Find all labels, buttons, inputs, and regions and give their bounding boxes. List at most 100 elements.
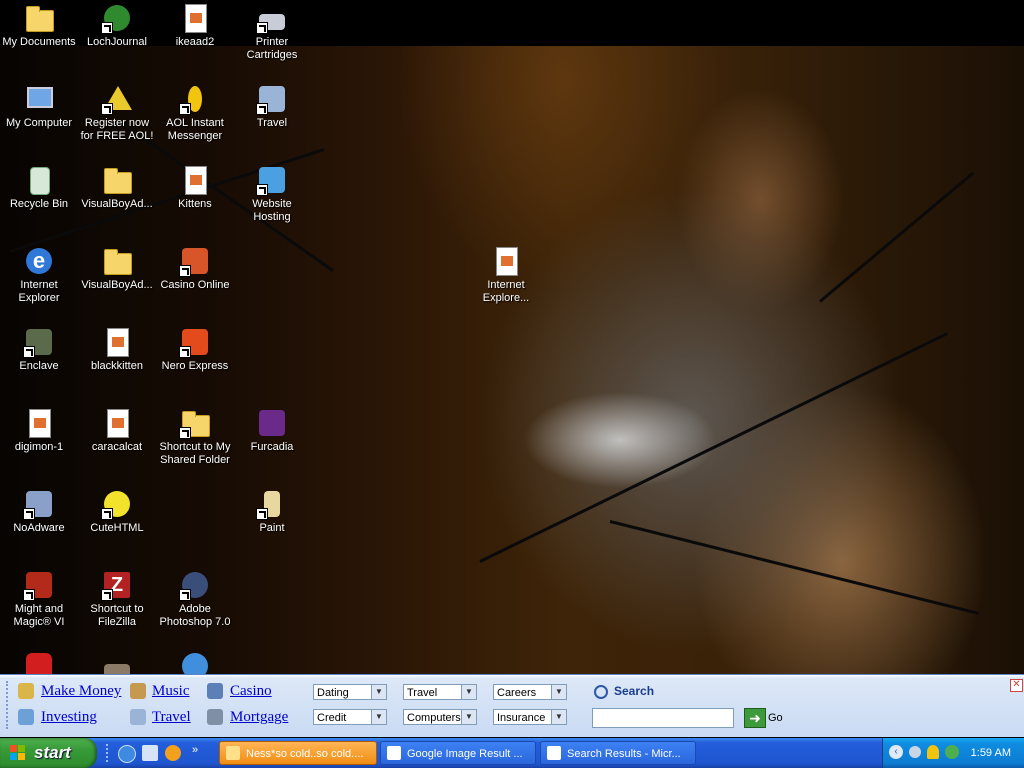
taskbar: start » Ness*so cold..so cold.... Google… <box>0 738 1024 768</box>
desktop-icon-kittens[interactable]: Kittens <box>156 164 234 211</box>
select-insurance[interactable]: Insurance ▼ <box>493 709 567 725</box>
icon-label: Printer Cartridges <box>246 36 298 61</box>
cards-icon <box>207 683 223 699</box>
select-value: Dating <box>317 687 349 699</box>
icon-label: caracalcat <box>91 441 143 453</box>
media-player-icon[interactable] <box>165 745 181 761</box>
select-value: Computers <box>407 712 461 724</box>
desktop-icon-shared-folder[interactable]: Shortcut to My Shared Folder <box>156 407 234 467</box>
taskbar-window-title: Google Image Result ... <box>407 748 523 760</box>
folder-icon <box>101 164 133 196</box>
desktop-icon-printer-cartridges[interactable]: Printer Cartridges <box>233 2 311 62</box>
toolbar-grip[interactable] <box>6 681 12 729</box>
paint-brushes-icon <box>256 488 288 520</box>
icon-label: Casino Online <box>160 279 230 291</box>
desktop-search-toolbar: Make Money Music Casino Investing Travel… <box>0 674 1024 737</box>
icon-label: Might and Magic® VI <box>13 603 65 628</box>
desktop-icon-internet-explorer-file[interactable]: Internet Explore... <box>467 245 545 305</box>
select-value: Credit <box>317 712 347 724</box>
link-casino[interactable]: Casino <box>230 683 272 700</box>
desktop-icon-travel[interactable]: Travel <box>233 83 311 130</box>
money-icon <box>18 683 34 699</box>
icon-label: My Computer <box>5 117 73 129</box>
desktop-icon-partial[interactable] <box>0 650 78 674</box>
desktop-icon-partial[interactable] <box>78 650 156 674</box>
chevron-more-icon[interactable]: » <box>192 744 198 756</box>
image-file-icon <box>179 2 211 34</box>
chat-window-icon <box>226 746 240 760</box>
internet-explorer-icon[interactable] <box>118 745 136 763</box>
desktop-icon-blackkitten[interactable]: blackkitten <box>78 326 156 373</box>
icon-label: Shortcut to My Shared Folder <box>159 441 231 466</box>
desktop-icon-casino-online[interactable]: Casino Online <box>156 245 234 292</box>
desktop-icon-partial[interactable] <box>156 650 234 674</box>
filezilla-icon: Z <box>101 569 133 601</box>
icon-label: ikeaad2 <box>175 36 215 48</box>
desktop-icon-my-documents[interactable]: My Documents <box>0 2 78 49</box>
link-investing[interactable]: Investing <box>41 709 97 726</box>
tray-expand-arrow-icon[interactable]: ‹ <box>889 745 903 759</box>
desktop-icon-website-hosting[interactable]: Website Hosting <box>233 164 311 224</box>
desktop-icon-furcadia[interactable]: Furcadia <box>233 407 311 454</box>
desktop-icon-photoshop[interactable]: Adobe Photoshop 7.0 <box>156 569 234 629</box>
link-travel[interactable]: Travel <box>152 709 191 726</box>
go-label[interactable]: Go <box>768 712 783 724</box>
messenger-buddy-icon[interactable] <box>945 745 959 759</box>
desktop-icon-enclave[interactable]: Enclave <box>0 326 78 373</box>
furcadia-icon <box>256 407 288 439</box>
desktop-icon-paint[interactable]: Paint <box>233 488 311 535</box>
desktop-icon-caracalcat[interactable]: caracalcat <box>78 407 156 454</box>
go-arrow-button[interactable]: ➜ <box>744 708 766 728</box>
dropdown-arrow-icon: ▼ <box>551 710 566 724</box>
icon-label: CuteHTML <box>90 522 144 534</box>
guitar-icon <box>130 683 146 699</box>
desktop-icon-filezilla[interactable]: Z Shortcut to FileZilla <box>78 569 156 629</box>
desktop-icon-ikeaad2[interactable]: ikeaad2 <box>156 2 234 49</box>
desktop-icon-digimon-1[interactable]: digimon-1 <box>0 407 78 454</box>
desktop-icon-visualboyadvance-2[interactable]: VisualBoyAd... <box>78 245 156 292</box>
airplane-icon <box>256 83 288 115</box>
link-mortgage[interactable]: Mortgage <box>230 709 288 726</box>
icon-label: Enclave <box>19 360 59 372</box>
taskbar-window-google-image[interactable]: Google Image Result ... <box>380 741 536 765</box>
tray-status-icon[interactable] <box>909 746 921 758</box>
desktop-icon-recycle-bin[interactable]: Recycle Bin <box>0 164 78 211</box>
select-credit[interactable]: Credit ▼ <box>313 709 387 725</box>
show-desktop-icon[interactable] <box>142 745 158 761</box>
desktop-icon-cutehtml[interactable]: CuteHTML <box>78 488 156 535</box>
nero-flame-icon <box>179 326 211 358</box>
desktop-icon-noadware[interactable]: NoAdware <box>0 488 78 535</box>
icon-label: Paint <box>259 522 285 534</box>
select-dating[interactable]: Dating ▼ <box>313 684 387 700</box>
link-music[interactable]: Music <box>152 683 190 700</box>
quicklaunch-grip[interactable] <box>106 744 111 762</box>
desktop-icon-lochjournal[interactable]: LochJournal <box>78 2 156 49</box>
icon-label: Website Hosting <box>252 198 292 223</box>
desktop-icon-visualboyadvance-1[interactable]: VisualBoyAd... <box>78 164 156 211</box>
taskbar-window-title: Ness*so cold..so cold.... <box>246 748 364 760</box>
link-make-money[interactable]: Make Money <box>41 683 121 700</box>
clock[interactable]: 1:59 AM <box>971 738 1011 768</box>
select-computers[interactable]: Computers ▼ <box>403 709 477 725</box>
aim-running-man-icon[interactable] <box>927 745 939 759</box>
start-button[interactable]: start <box>0 738 97 768</box>
icon-label: My Documents <box>2 36 76 48</box>
select-value: Travel <box>407 687 438 699</box>
taskbar-window-ness[interactable]: Ness*so cold..so cold.... <box>219 741 377 765</box>
desktop-icon-register-aol[interactable]: Register now for FREE AOL! <box>78 83 156 143</box>
search-input[interactable] <box>592 708 734 728</box>
gimp-icon <box>101 650 133 674</box>
desktop-icon-internet-explorer[interactable]: e Internet Explorer <box>0 245 78 305</box>
desktop-icon-aol-instant-messenger[interactable]: AOL Instant Messenger <box>156 83 234 143</box>
toolbar-close-button[interactable]: ✕ <box>1010 679 1023 692</box>
desktop-icon-nero-express[interactable]: Nero Express <box>156 326 234 373</box>
dropdown-arrow-icon: ▼ <box>551 685 566 699</box>
select-careers[interactable]: Careers ▼ <box>493 684 567 700</box>
taskbar-window-search-results[interactable]: Search Results - Micr... <box>540 741 696 765</box>
desktop-icon-my-computer[interactable]: My Computer <box>0 83 78 130</box>
icon-label: Furcadia <box>250 441 294 453</box>
desktop[interactable]: My Documents My Computer Recycle Bin e I… <box>0 0 1024 674</box>
desktop-icon-might-and-magic[interactable]: Might and Magic® VI <box>0 569 78 629</box>
image-file-icon <box>23 407 55 439</box>
select-travel[interactable]: Travel ▼ <box>403 684 477 700</box>
